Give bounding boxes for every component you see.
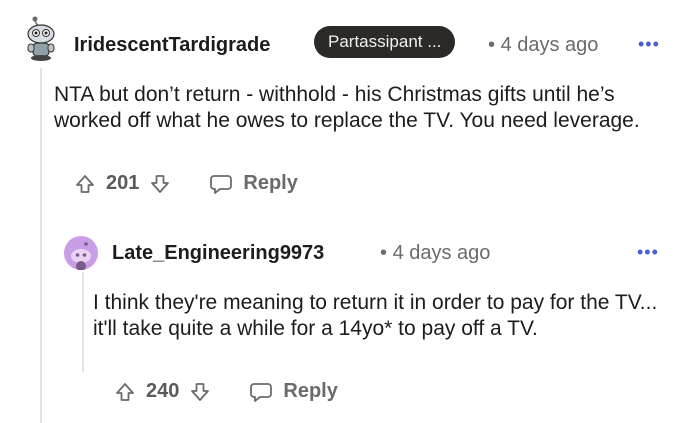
downvote-icon[interactable] [189,381,211,403]
comment-meta: • 4 days ago [488,34,598,57]
comment-body: NTA but don’t return - withhold - his Ch… [54,83,640,132]
reply-label: Reply [243,172,298,194]
upvote-icon[interactable] [74,173,96,195]
upvote-icon[interactable] [114,381,136,403]
speech-bubble-icon [250,382,273,402]
comment-username[interactable]: Late_Engineering9973 [112,242,324,265]
more-options-icon[interactable]: ••• [638,34,660,55]
default-snoo-avatar-icon [64,236,98,270]
comment-meta: • 4 days ago [380,242,490,265]
comment-body: I think they're meaning to return it in … [93,291,658,340]
comment-username[interactable]: IridescentTardigrade [74,34,270,57]
snoo-avatar-icon [27,16,55,61]
reply-thread-line[interactable] [82,272,84,372]
reply-button[interactable]: Reply [209,172,298,195]
meta-separator: • [380,242,388,264]
meta-separator: • [488,34,496,56]
user-avatar[interactable] [64,236,98,270]
comment-actions: 240 Reply [114,380,338,403]
user-flair-badge: Partassipant ... [314,26,456,58]
vote-count: 201 [106,172,140,194]
more-options-icon[interactable]: ••• [637,242,659,263]
reply-label: Reply [283,380,338,402]
speech-bubble-icon [210,174,233,194]
user-avatar[interactable] [22,16,60,62]
thread-line[interactable] [40,68,42,423]
vote-count: 240 [146,380,180,402]
comment-actions: 201 Reply [74,172,298,195]
downvote-icon[interactable] [149,173,171,195]
comment-time[interactable]: 4 days ago [501,34,599,56]
comment-time[interactable]: 4 days ago [393,242,491,264]
reply-button[interactable]: Reply [249,380,338,403]
